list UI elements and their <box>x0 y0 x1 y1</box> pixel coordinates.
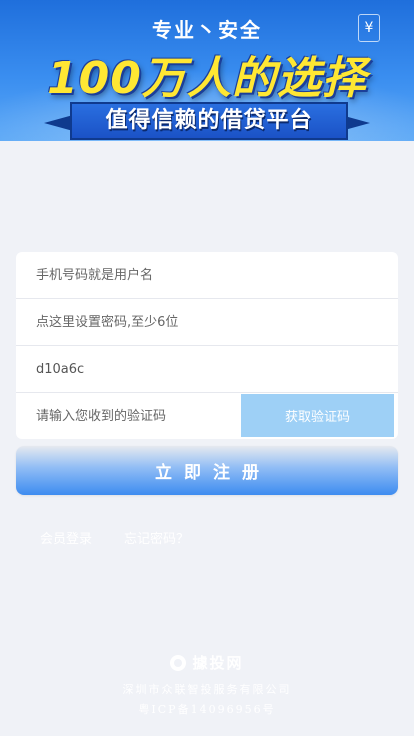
footer: 據投网 深圳市众联智投服务有限公司 粤ICP备14096956号 <box>0 652 414 717</box>
get-code-button[interactable]: 获取验证码 <box>241 394 394 437</box>
promo-banner: 专业丶安全 ¥ 100万人的选择 值得信赖的借贷平台 <box>0 0 414 141</box>
sms-code-row: 获取验证码 <box>16 393 398 439</box>
icp-number: 粤ICP备14096956号 <box>138 703 276 716</box>
forgot-password-link[interactable]: 忘记密码？ <box>124 528 189 547</box>
footer-brand: 據投网 <box>0 652 414 673</box>
phone-row <box>16 252 398 299</box>
brand-name: 據投网 <box>192 654 244 672</box>
password-input[interactable] <box>16 299 398 345</box>
register-button[interactable]: 立即注册 <box>16 446 398 495</box>
sms-code-input[interactable] <box>16 393 241 439</box>
banner-tagline: 专业丶安全 <box>152 18 262 42</box>
phone-input[interactable] <box>16 252 398 298</box>
captcha-row <box>16 346 398 393</box>
auth-links: 会员登录 忘记密码？ <box>40 528 189 547</box>
banner-ribbon: 值得信赖的借贷平台 <box>70 102 348 140</box>
yen-icon: ¥ <box>358 14 380 42</box>
register-form: 获取验证码 <box>16 252 398 439</box>
banner-headline: 100万人的选择 <box>47 53 367 104</box>
password-row <box>16 299 398 346</box>
captcha-input[interactable] <box>16 346 398 392</box>
banner-subline: 值得信赖的借贷平台 <box>105 108 313 133</box>
login-link[interactable]: 会员登录 <box>40 528 92 547</box>
brand-logo-icon <box>170 654 187 671</box>
company-name: 深圳市众联智投服务有限公司 <box>122 683 292 696</box>
